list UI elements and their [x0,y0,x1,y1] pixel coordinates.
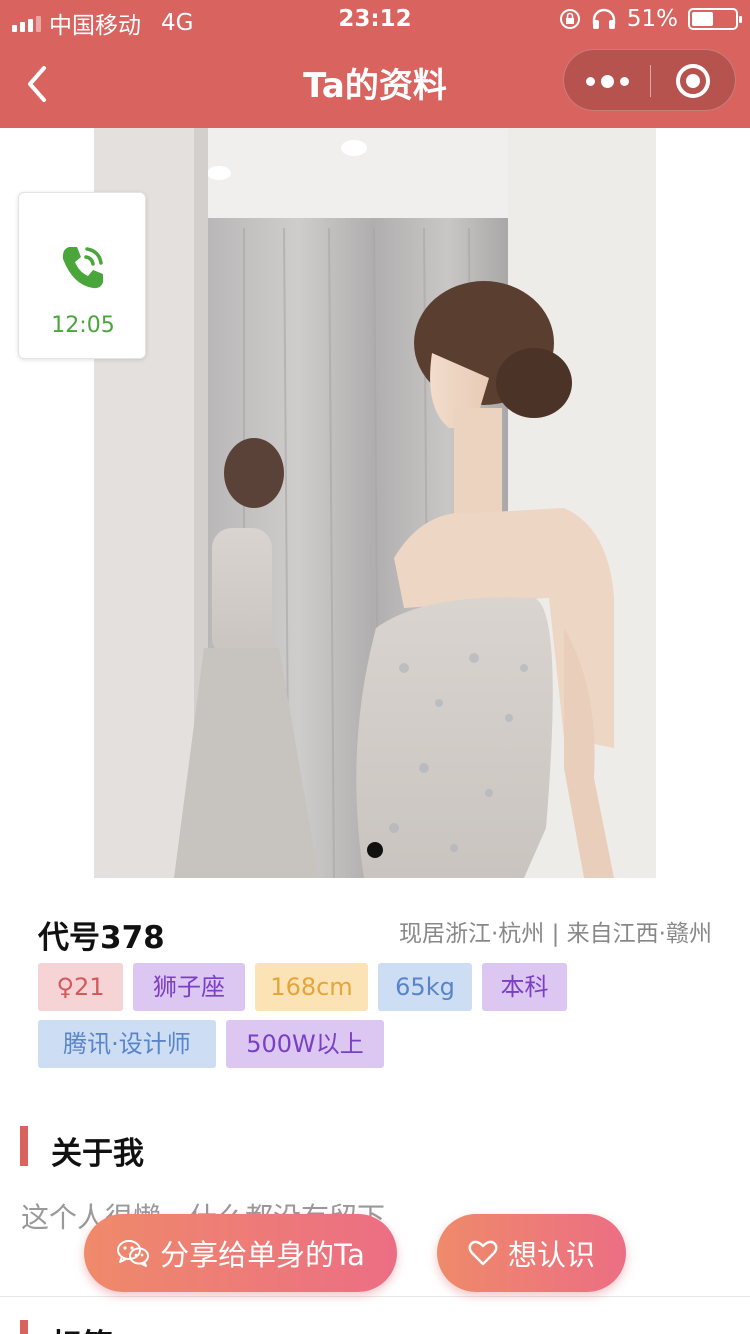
tag-education: 本科 [482,963,567,1011]
want-to-meet-button[interactable]: 想认识 [437,1214,626,1292]
want-to-meet-label: 想认识 [507,1238,595,1272]
battery-icon [688,8,742,30]
tag-occupation: 腾讯·设计师 [38,1020,216,1068]
tag-gender-age: ♀21 [38,963,123,1011]
rotation-lock-icon [559,9,580,29]
section-accent-bar [20,1126,28,1166]
tag-height: 168cm [255,963,368,1011]
wechat-icon [117,1240,150,1267]
share-button[interactable]: 分享给单身的Ta [84,1214,397,1292]
section-divider [0,1296,750,1297]
phone-ringing-icon [62,247,103,289]
carousel-indicator[interactable] [367,842,383,858]
target-circle-icon[interactable] [676,64,710,98]
battery-percent: 51% [626,6,678,32]
profile-photo[interactable] [94,128,656,878]
profile-location: 现居浙江·杭州 | 来自江西·赣州 [399,921,712,947]
battery-fill [692,12,713,26]
status-right: 51% [559,6,742,32]
heart-outline-icon [468,1240,498,1266]
capsule-divider [650,65,651,97]
tag-weight: 65kg [378,963,472,1011]
header: 中国移动 4G 23:12 51% Ta的资料 [0,0,750,128]
profile-codename: 代号378 [38,920,165,956]
tags-section-title: 标签 [51,1320,113,1334]
headphones-icon [592,8,616,29]
call-duration: 12:05 [51,313,115,338]
more-dots-icon[interactable] [564,50,650,112]
share-button-label: 分享给单身的Ta [160,1238,365,1272]
miniprogram-capsule [563,49,736,111]
tag-income: 500W以上 [226,1020,384,1068]
about-section-title: 关于我 [51,1136,144,1172]
status-bar: 中国移动 4G 23:12 51% [0,0,750,40]
nav-bar: Ta的资料 [0,40,750,128]
tag-zodiac: 狮子座 [133,963,245,1011]
section-accent-bar [20,1320,28,1334]
call-card[interactable]: 12:05 [18,192,146,359]
